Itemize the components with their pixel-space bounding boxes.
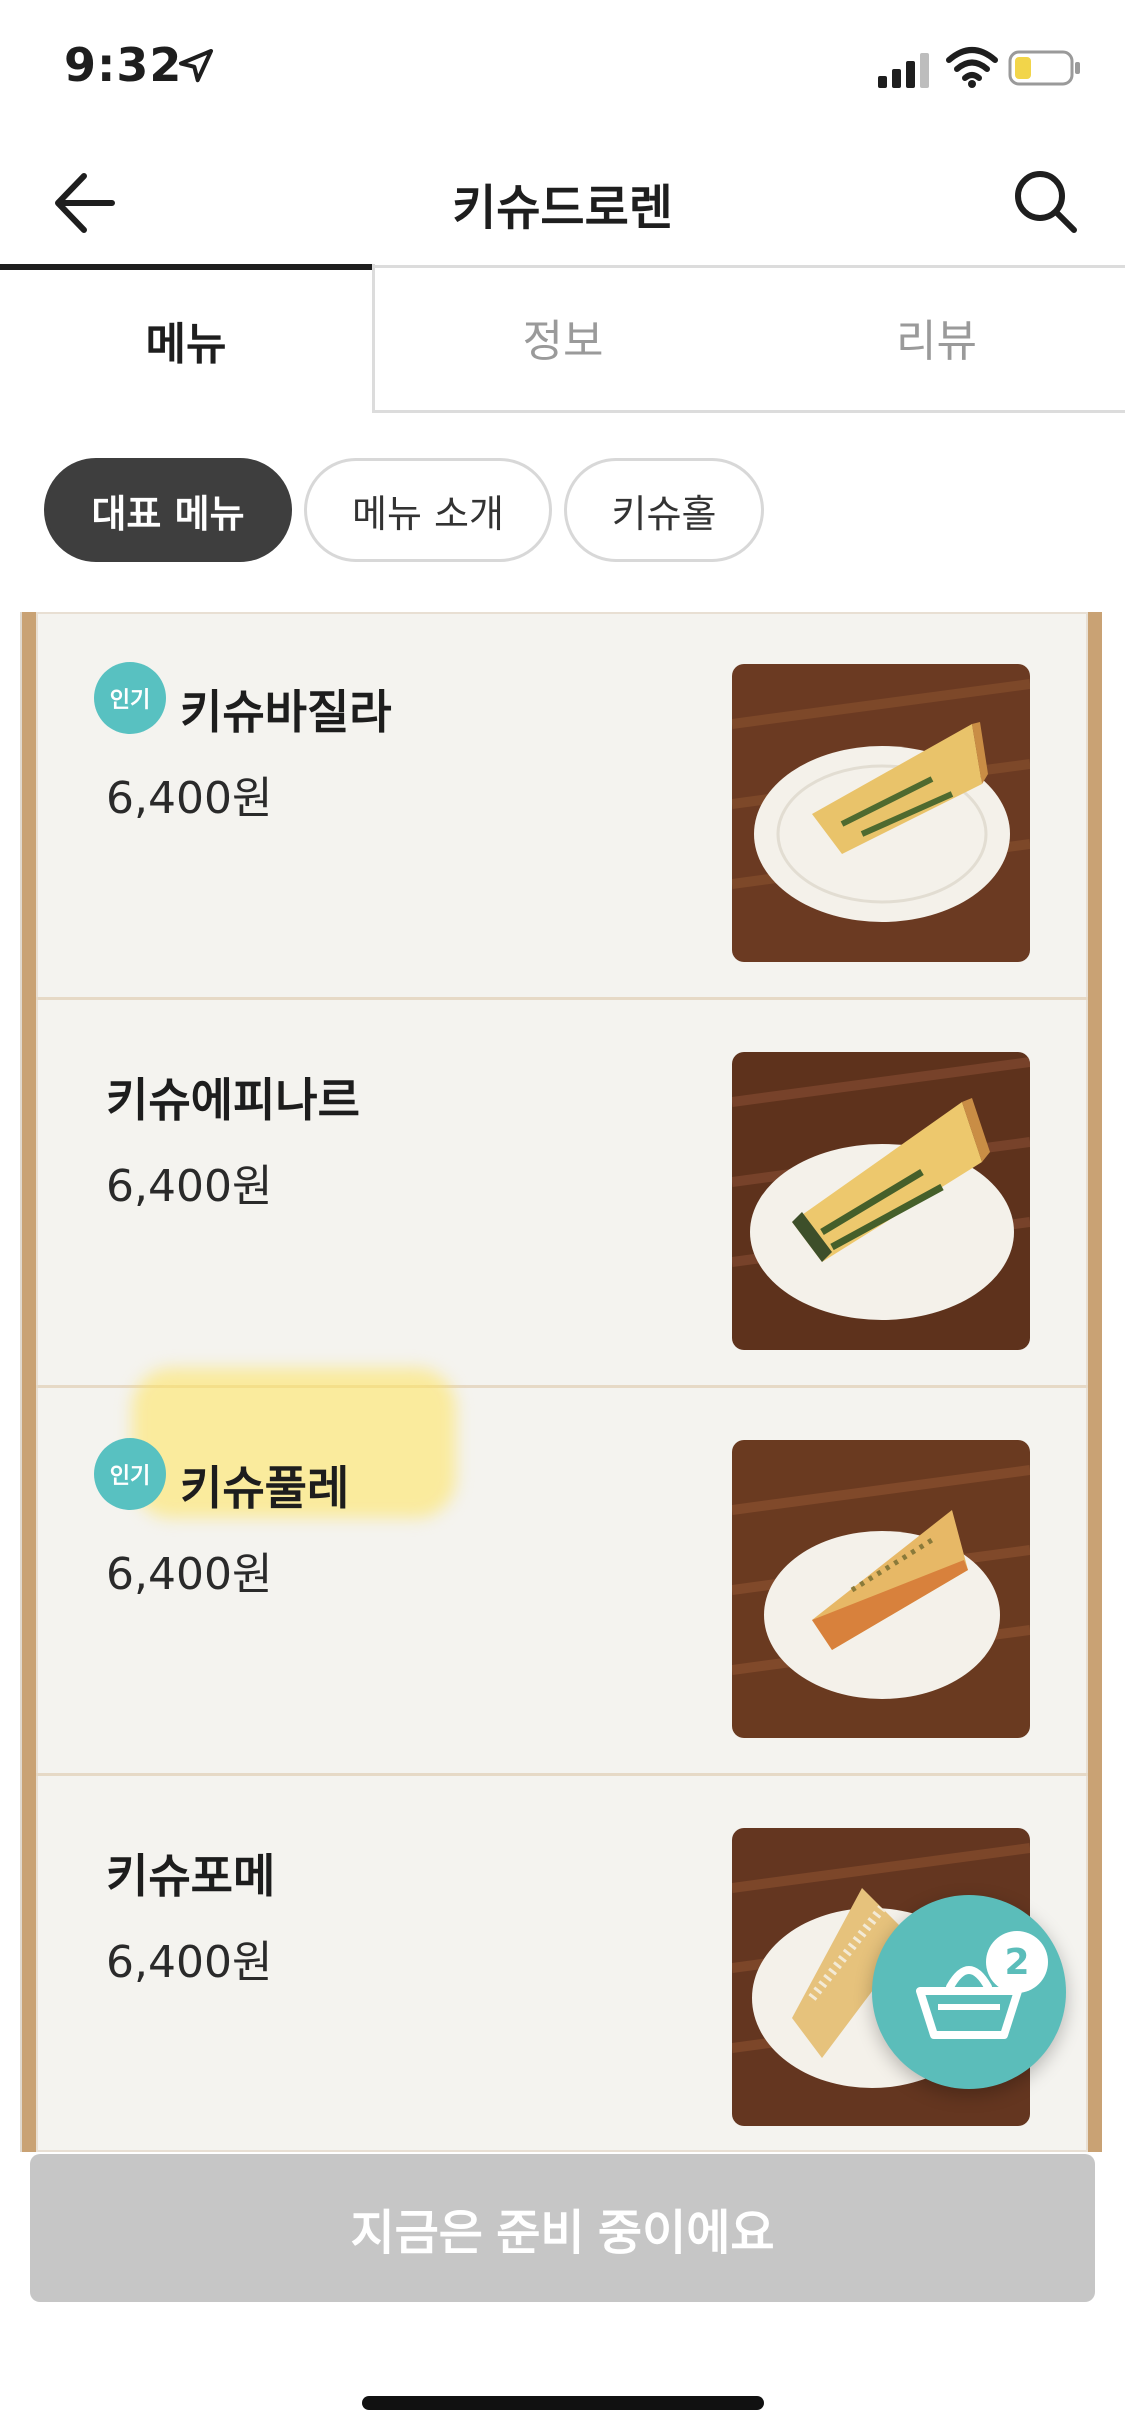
tab-info[interactable]: 정보: [372, 264, 751, 413]
search-icon[interactable]: [1010, 166, 1080, 236]
menu-item[interactable]: 키슈에피나르 6,400원: [36, 1000, 1088, 1388]
battery-icon: [1008, 50, 1080, 86]
cellular-signal-icon: [878, 53, 929, 88]
home-indicator: [362, 2396, 764, 2410]
popular-badge: 인기: [94, 1438, 166, 1510]
menu-item-price: 6,400원: [106, 1549, 273, 1600]
status-time: 9:32: [64, 38, 183, 92]
order-button[interactable]: 지금은 준비 중이에요: [30, 2154, 1095, 2302]
menu-item[interactable]: 인기 키슈바질라 6,400원: [36, 612, 1088, 1000]
menu-item-price: 6,400원: [106, 1161, 273, 1212]
popular-badge: 인기: [94, 662, 166, 734]
chip-menu-intro[interactable]: 메뉴 소개: [304, 458, 552, 562]
menu-item-name: 키슈바질라: [180, 685, 392, 739]
location-arrow-icon: [179, 49, 213, 83]
wifi-icon: [946, 47, 998, 88]
cart-button[interactable]: 2: [872, 1895, 1066, 2089]
tab-review[interactable]: 리뷰: [748, 264, 1125, 413]
cart-count-badge: 2: [986, 1931, 1048, 1993]
chip-quiche-hall[interactable]: 키슈홀: [564, 458, 764, 562]
menu-item-name: 키슈에피나르: [106, 1073, 360, 1127]
quiche-photo: [732, 1440, 1030, 1738]
tab-bar: 메뉴 정보 리뷰: [0, 264, 1125, 414]
menu-item-price: 6,400원: [106, 773, 273, 824]
tab-menu[interactable]: 메뉴: [0, 264, 372, 410]
menu-item-name: 키슈풀레: [180, 1461, 350, 1515]
chip-signature-menu[interactable]: 대표 메뉴: [44, 458, 292, 562]
menu-item[interactable]: 인기 키슈풀레 6,400원: [36, 1368, 1088, 1776]
status-bar: 9:32: [0, 0, 1125, 130]
quiche-photo: [732, 1052, 1030, 1350]
basket-icon: [916, 1966, 1022, 2039]
quiche-photo: [732, 664, 1030, 962]
page-title: 키슈드로렌: [452, 180, 673, 236]
app-header: 키슈드로렌: [0, 140, 1125, 260]
menu-item-name: 키슈포메: [106, 1849, 276, 1903]
menu-item-price: 6,400원: [106, 1937, 273, 1988]
